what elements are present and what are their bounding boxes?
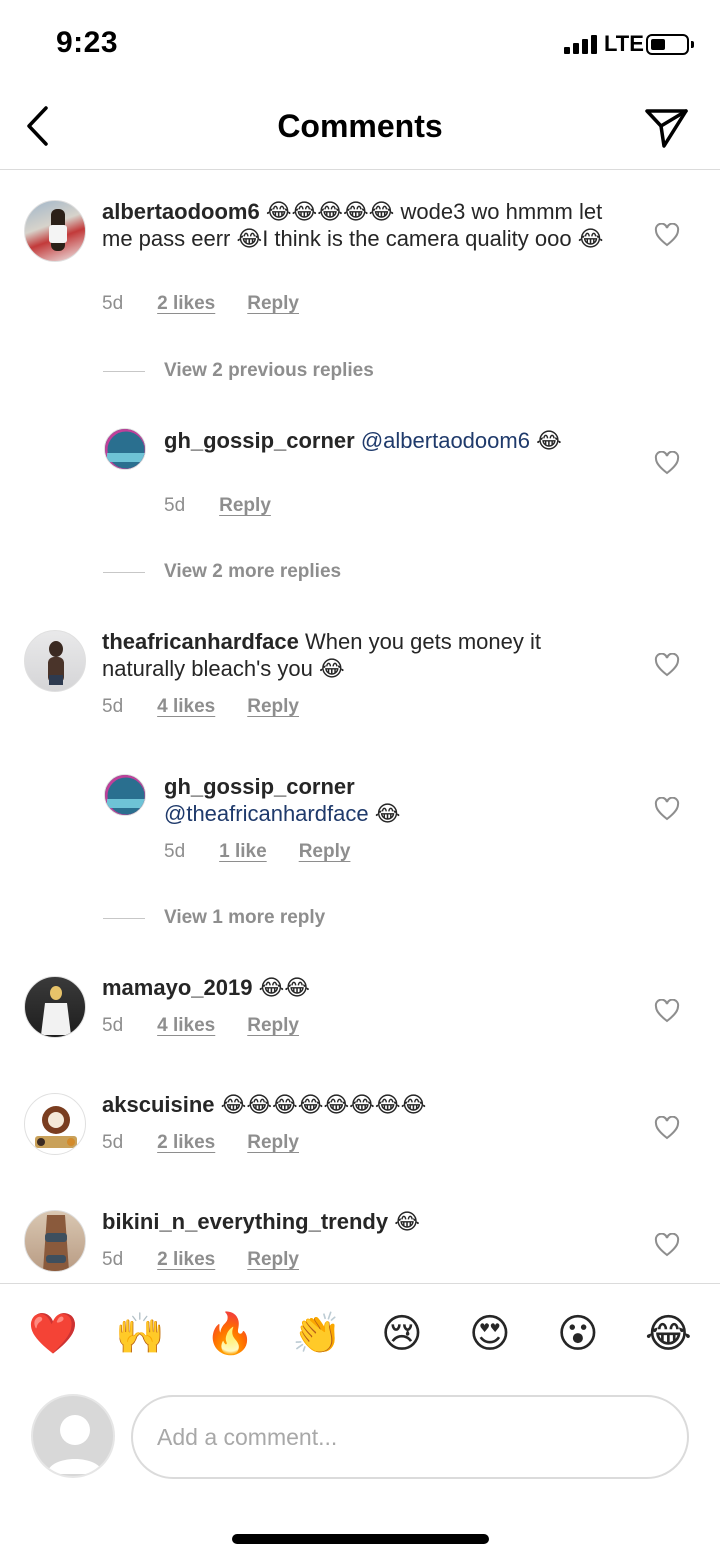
likes-link[interactable]: 4 likes [157, 696, 215, 718]
comment-text: akscuisine 😂😂😂😂😂😂😂😂 [102, 1091, 622, 1118]
avatar[interactable] [24, 1093, 86, 1155]
emoji-laugh-button[interactable]: 😂 [645, 1310, 692, 1358]
emoji-heart-button[interactable]: ❤️ [28, 1310, 78, 1358]
comment-input[interactable] [131, 1395, 689, 1479]
likes-link[interactable]: 2 likes [157, 1132, 215, 1154]
status-bar: 9:23 LTE [0, 0, 720, 90]
signal-icon [564, 34, 600, 54]
comment-time: 5d [102, 1249, 124, 1270]
heart-outline-icon[interactable] [654, 1116, 680, 1140]
comment-time: 5d [102, 1132, 124, 1153]
avatar[interactable] [24, 200, 86, 262]
comment-content: 😂 [394, 1209, 420, 1234]
mention-link[interactable]: @albertaodoom6 [361, 428, 530, 453]
comment-meta: 5d 1 like Reply [164, 841, 382, 863]
comment-content: 😂 [374, 801, 401, 826]
emoji-heart-eyes-button[interactable]: 😍 [469, 1310, 511, 1358]
comment-meta: 5d 4 likes Reply [102, 696, 331, 718]
avatar[interactable] [24, 976, 86, 1038]
comment-content: 😂😂😂😂😂😂😂😂 [220, 1092, 427, 1117]
page-title: Comments [277, 108, 443, 144]
send-icon [645, 109, 688, 148]
view-more-replies-label: View 2 more replies [164, 561, 342, 582]
likes-link[interactable]: 1 like [219, 841, 267, 863]
reply-button[interactable]: Reply [247, 1249, 299, 1271]
comment-content: 😂 [536, 428, 562, 453]
heart-outline-icon[interactable] [654, 653, 680, 677]
comment-time: 5d [164, 841, 186, 862]
comment-text: gh_gossip_corner @theafricanhardface 😂 [164, 773, 604, 827]
network-label: LTE [604, 31, 644, 56]
divider-line [103, 370, 145, 372]
reply-button[interactable]: Reply [247, 1015, 299, 1037]
comment-content: 😂😂 [258, 975, 310, 1000]
emoji-clap-button[interactable]: 👏 [292, 1310, 342, 1358]
default-avatar-icon [47, 1415, 103, 1474]
comment-username[interactable]: mamayo_2019 [102, 975, 252, 1000]
likes-link[interactable]: 4 likes [157, 1015, 215, 1037]
view-more-replies[interactable]: View 2 more replies [103, 561, 341, 583]
user-avatar[interactable] [31, 1394, 115, 1478]
comment-meta: 5d Reply [164, 495, 303, 517]
avatar[interactable] [24, 1210, 86, 1272]
comment-text: albertaodoom6 😂😂😂😂😂 wode3 wo hmmm let me… [102, 198, 622, 252]
comment-text: mamayo_2019 😂😂 [102, 974, 622, 1001]
reply-button[interactable]: Reply [219, 495, 271, 517]
status-time: 9:23 [56, 26, 119, 59]
comment-time: 5d [102, 293, 124, 314]
comment-time: 5d [164, 495, 186, 516]
emoji-wow-button[interactable]: 😮 [557, 1310, 599, 1358]
comment-username[interactable]: gh_gossip_corner [164, 774, 355, 799]
comment-username[interactable]: gh_gossip_corner [164, 428, 355, 453]
divider-line [103, 571, 145, 573]
emoji-quick-bar: ❤️ 🙌 🔥 👏 😢 😍 😮 😂 [0, 1283, 720, 1387]
comment-text: gh_gossip_corner @albertaodoom6 😂 [164, 427, 604, 454]
comment-username[interactable]: bikini_n_everything_trendy [102, 1209, 388, 1234]
home-indicator[interactable] [232, 1534, 489, 1544]
heart-outline-icon[interactable] [654, 999, 680, 1023]
avatar[interactable] [104, 428, 146, 470]
avatar[interactable] [24, 630, 86, 692]
comment-meta: 5d 2 likes Reply [102, 1132, 331, 1154]
emoji-cry-button[interactable]: 😢 [381, 1310, 423, 1358]
comments-list[interactable]: albertaodoom6 😂😂😂😂😂 wode3 wo hmmm let me… [0, 171, 720, 1283]
comment-text: theafricanhardface When you gets money i… [102, 628, 622, 682]
heart-outline-icon[interactable] [654, 223, 680, 247]
view-previous-replies-label: View 2 previous replies [164, 360, 374, 381]
emoji-fire-button[interactable]: 🔥 [205, 1310, 255, 1358]
header: Comments [0, 90, 720, 170]
mention-link[interactable]: @theafricanhardface [164, 801, 369, 826]
comment-time: 5d [102, 696, 124, 717]
comment-username[interactable]: akscuisine [102, 1092, 215, 1117]
comment-meta: 5d 2 likes Reply [102, 293, 331, 315]
heart-outline-icon[interactable] [654, 451, 680, 475]
comment-username[interactable]: albertaodoom6 [102, 199, 260, 224]
battery-icon [646, 34, 694, 55]
reply-button[interactable]: Reply [247, 1132, 299, 1154]
likes-link[interactable]: 2 likes [157, 1249, 215, 1271]
comment-username[interactable]: theafricanhardface [102, 629, 299, 654]
divider-line [103, 917, 145, 919]
view-previous-replies[interactable]: View 2 previous replies [103, 360, 374, 382]
comment-meta: 5d 4 likes Reply [102, 1015, 331, 1037]
comment-meta: 5d 2 likes Reply [102, 1249, 331, 1271]
reply-button[interactable]: Reply [247, 293, 299, 315]
emoji-raised-hands-button[interactable]: 🙌 [115, 1310, 165, 1358]
view-more-replies[interactable]: View 1 more reply [103, 907, 325, 929]
comment-time: 5d [102, 1015, 124, 1036]
avatar[interactable] [104, 774, 146, 816]
comment-text: bikini_n_everything_trendy 😂 [102, 1208, 622, 1235]
reply-button[interactable]: Reply [299, 841, 351, 863]
reply-button[interactable]: Reply [247, 696, 299, 718]
share-button[interactable] [644, 106, 690, 150]
heart-outline-icon[interactable] [654, 1233, 680, 1257]
likes-link[interactable]: 2 likes [157, 293, 215, 315]
heart-outline-icon[interactable] [654, 797, 680, 821]
view-more-replies-label: View 1 more reply [164, 907, 326, 928]
